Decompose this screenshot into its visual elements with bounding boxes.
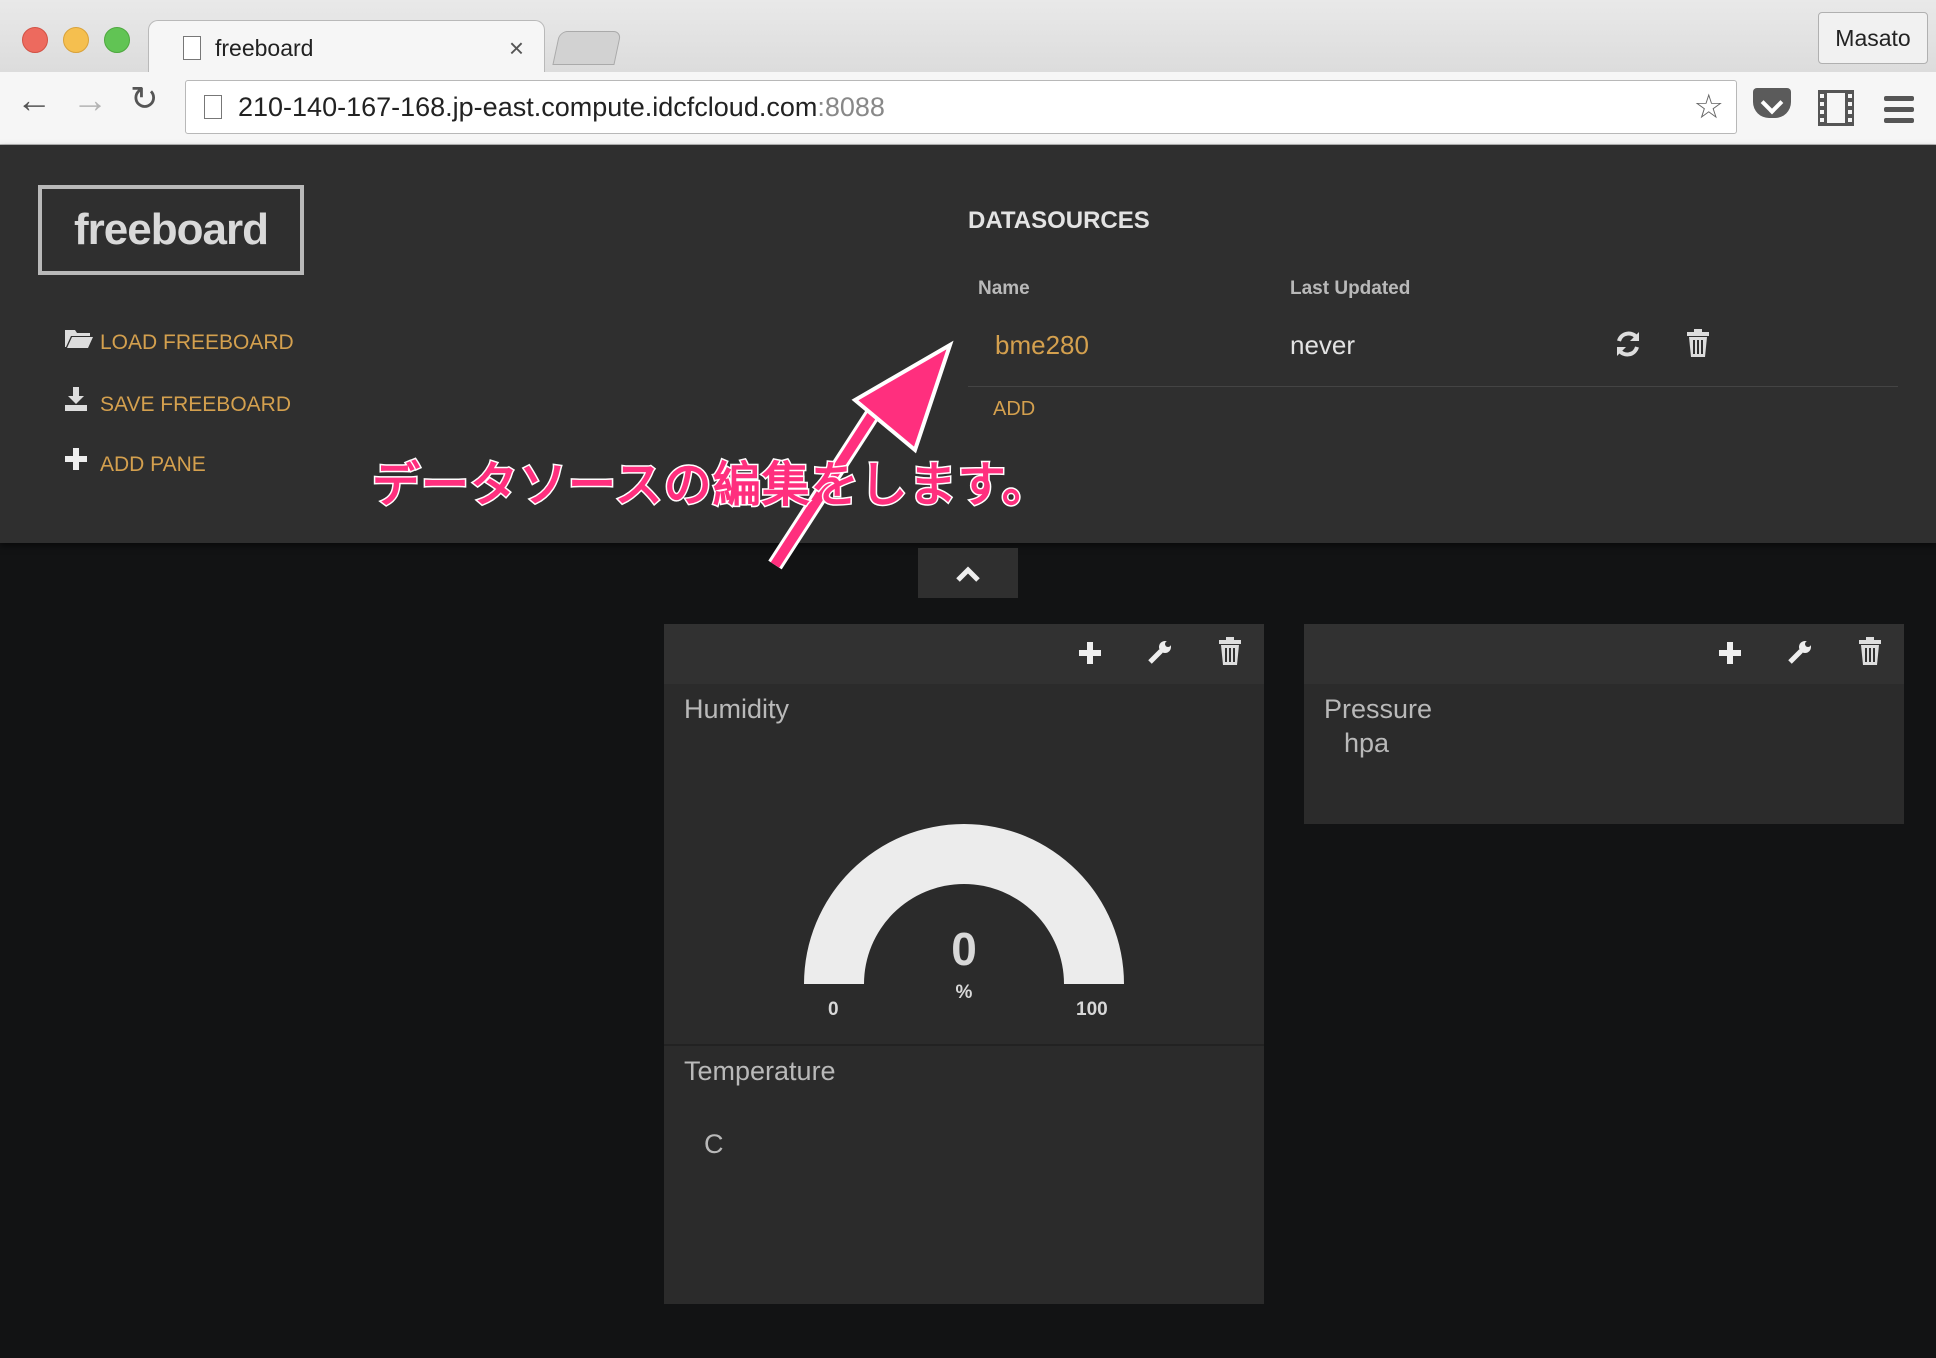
pane-header — [1304, 624, 1904, 684]
pane-humidity-temperature: Humidity 0 % 0 100 Temperature C — [664, 624, 1264, 1304]
close-window-button[interactable] — [22, 27, 48, 53]
widget-title-humidity: Humidity — [684, 694, 790, 724]
trash-icon[interactable] — [1686, 329, 1710, 362]
forward-icon[interactable]: → — [72, 82, 108, 118]
datasource-row-divider — [968, 386, 1898, 387]
reload-icon[interactable]: ↻ — [130, 82, 159, 116]
temperature-units: C — [704, 1129, 724, 1159]
plus-icon — [64, 447, 92, 478]
collapse-header-button[interactable] — [918, 548, 1018, 598]
widget-divider — [664, 1044, 1264, 1046]
trash-icon[interactable] — [1210, 636, 1250, 672]
tab-title: freeboard — [215, 35, 314, 61]
trash-icon[interactable] — [1850, 636, 1890, 672]
menu-icon[interactable] — [1884, 96, 1914, 129]
pocket-icon[interactable] — [1753, 88, 1791, 118]
datasource-updated-header: Last Updated — [1290, 278, 1411, 299]
load-freeboard-button[interactable]: LOAD FREEBOARD — [64, 327, 294, 357]
refresh-icon[interactable] — [1613, 329, 1643, 367]
gauge-units: % — [955, 982, 973, 1003]
minimize-window-button[interactable] — [63, 27, 89, 53]
widget-title-temperature: Temperature — [684, 1056, 836, 1086]
new-tab-button[interactable] — [552, 31, 622, 65]
save-freeboard-label: SAVE FREEBOARD — [100, 393, 291, 416]
datasource-name-link[interactable]: bme280 — [995, 330, 1089, 361]
annotation-text: データソースの編集をします。 — [371, 458, 1052, 514]
browser-toolbar: ← → ↻ 210-140-167-168.jp-east.compute.id… — [0, 72, 1936, 145]
folder-open-icon — [64, 327, 93, 356]
chevron-up-icon — [956, 566, 980, 582]
add-pane-label: ADD PANE — [100, 453, 206, 476]
browser-titlebar: freeboard × Masato — [0, 0, 1936, 75]
datasource-name-header: Name — [978, 278, 1030, 299]
back-icon[interactable]: ← — [16, 82, 52, 118]
gauge-value: 0 — [951, 923, 977, 975]
gauge-max: 100 — [1076, 999, 1108, 1020]
pane-pressure: Pressure hpa — [1304, 624, 1904, 824]
download-icon — [64, 387, 92, 418]
add-widget-icon[interactable] — [1070, 636, 1110, 672]
filmstrip-icon[interactable] — [1818, 90, 1854, 126]
widget-title-pressure: Pressure — [1324, 694, 1433, 724]
freeboard-header: freeboard LOAD FREEBOARD SAVE FREEBOARD … — [0, 145, 1936, 570]
save-freeboard-button[interactable]: SAVE FREEBOARD — [64, 387, 291, 417]
address-bar[interactable]: 210-140-167-168.jp-east.compute.idcfclou… — [185, 80, 1737, 134]
url-text[interactable]: 210-140-167-168.jp-east.compute.idcfclou… — [238, 92, 885, 123]
add-widget-icon[interactable] — [1710, 636, 1750, 672]
tab-close-icon[interactable]: × — [509, 33, 524, 64]
freeboard-logo: freeboard — [38, 185, 304, 275]
gauge-min: 0 — [828, 999, 839, 1020]
pane-header — [664, 624, 1264, 684]
add-datasource-button[interactable]: ADD — [993, 398, 1035, 421]
profile-button[interactable]: Masato — [1818, 12, 1928, 64]
browser-tab-freeboard[interactable]: freeboard × — [148, 20, 545, 75]
datasources-title: DATASOURCES — [968, 207, 1150, 234]
page-icon — [183, 36, 201, 60]
add-pane-button[interactable]: ADD PANE — [64, 447, 206, 477]
pressure-units: hpa — [1344, 728, 1390, 758]
page-icon — [204, 95, 222, 119]
bookmark-star-icon[interactable]: ☆ — [1694, 87, 1724, 127]
load-freeboard-label: LOAD FREEBOARD — [100, 331, 294, 354]
wrench-icon[interactable] — [1780, 636, 1820, 672]
zoom-window-button[interactable] — [104, 27, 130, 53]
wrench-icon[interactable] — [1140, 636, 1180, 672]
datasource-last-updated: never — [1290, 330, 1356, 360]
